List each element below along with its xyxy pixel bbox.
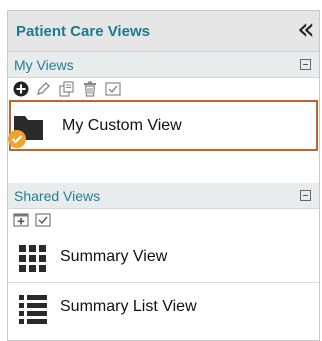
grid-icon: [19, 245, 46, 272]
my-views-header[interactable]: My Views: [8, 52, 319, 78]
copy-icon[interactable]: [58, 81, 75, 97]
shared-views-label: Shared Views: [14, 188, 101, 204]
collapse-shared-views-icon[interactable]: [300, 190, 311, 201]
delete-icon[interactable]: [82, 81, 98, 97]
check-icon[interactable]: [105, 81, 121, 97]
list-icon: [19, 295, 47, 324]
selected-check-badge-icon: [8, 130, 26, 148]
add-box-icon[interactable]: [13, 212, 29, 228]
view-item-label: Summary List View: [60, 298, 197, 315]
patient-care-views-panel: Patient Care Views ‹‹ My Views My Custom…: [7, 10, 320, 341]
panel-title: Patient Care Views: [16, 23, 150, 40]
view-item-summary-view[interactable]: Summary View: [8, 233, 319, 283]
my-views-label: My Views: [14, 57, 74, 73]
shared-views-toolbar: [8, 209, 319, 231]
my-views-toolbar: [8, 78, 319, 100]
add-icon[interactable]: [13, 81, 29, 97]
view-item-my-custom-view[interactable]: My Custom View: [8, 100, 318, 151]
collapse-my-views-icon[interactable]: [300, 59, 311, 70]
panel-title-bar: Patient Care Views ‹‹: [8, 11, 319, 52]
shared-views-header[interactable]: Shared Views: [8, 183, 319, 209]
view-item-label: My Custom View: [62, 117, 182, 134]
view-item-label: Summary View: [60, 248, 168, 265]
check-icon[interactable]: [35, 212, 51, 228]
double-chevron-left-icon[interactable]: ‹‹: [297, 15, 315, 45]
edit-icon[interactable]: [35, 81, 51, 97]
view-item-summary-list-view[interactable]: Summary List View: [8, 283, 319, 333]
